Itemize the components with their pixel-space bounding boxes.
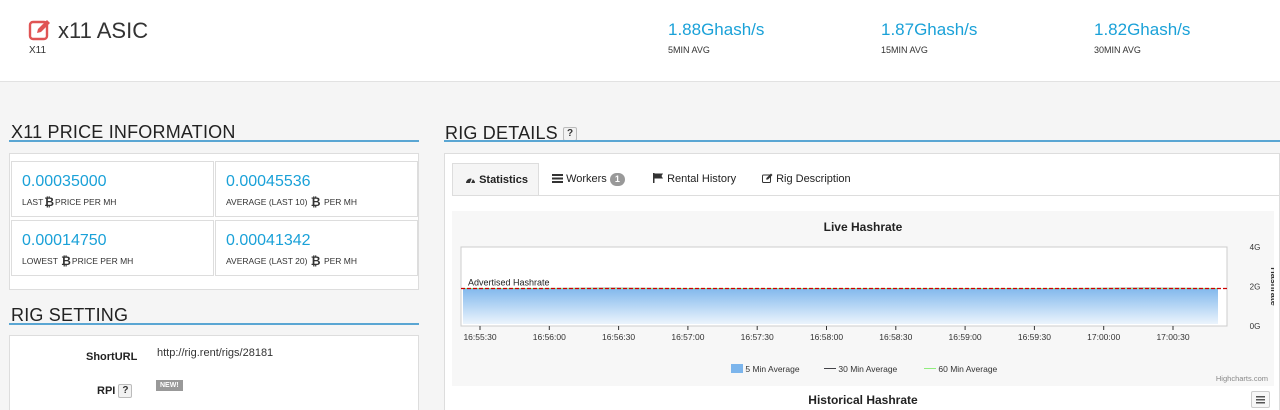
tab-rig-description[interactable]: Rig Description — [750, 163, 863, 195]
bitcoin-icon: ₿ — [310, 254, 321, 268]
flag-icon — [653, 173, 663, 183]
historical-chart-title: Historical Hashrate — [808, 393, 918, 407]
menu-icon — [1256, 396, 1265, 404]
rpi-row: RPI ? — [97, 384, 133, 398]
rig-algo: X11 — [29, 45, 47, 56]
edit-icon[interactable] — [28, 18, 52, 42]
tab-label: Workers — [566, 173, 607, 185]
rig-header: x11 ASIC X11 1.88Ghash/s 5MIN AVG 1.87Gh… — [0, 0, 1280, 82]
price-value: 0.00014750 — [22, 232, 107, 249]
hashrate-30min: 1.82Ghash/s 30MIN AVG — [1094, 20, 1190, 55]
legend-label: 30 Min Average — [838, 364, 898, 374]
y-tick-label: 0G — [1250, 322, 1261, 331]
tab-rental-history[interactable]: Rental History — [641, 163, 748, 195]
tab-label: Rental History — [667, 173, 737, 185]
x-tick-label: 16:59:30 — [1018, 332, 1051, 342]
price-box-last: 0.00035000 LAST₿PRICE PER MH — [11, 161, 214, 217]
x-tick-label: 16:56:00 — [533, 332, 566, 342]
price-value: 0.00035000 — [22, 173, 107, 190]
legend-swatch — [924, 367, 936, 369]
legend-label: 5 Min Average — [745, 364, 800, 374]
y-axis-title: Hashrate — [1269, 267, 1274, 306]
legend-swatch — [731, 364, 743, 373]
price-value: 0.00041342 — [226, 232, 311, 249]
legend-label: 60 Min Average — [938, 364, 998, 374]
x-tick-label: 17:00:00 — [1087, 332, 1120, 342]
hashrate-value: 1.82Ghash/s — [1094, 20, 1191, 39]
section-divider — [444, 140, 1280, 142]
x-tick-label: 16:58:00 — [810, 332, 843, 342]
tab-label: Statistics — [479, 174, 528, 186]
shorturl-label: ShortURL — [86, 351, 138, 363]
x-tick-label: 16:55:30 — [463, 332, 496, 342]
legend-swatch — [824, 367, 836, 369]
hashrate-value: 1.87Ghash/s — [881, 20, 978, 39]
chart-svg: Advertised Hashrate 16:55:30 16:56:00 16:56… — [460, 243, 1274, 342]
legend-item-60min[interactable]: 60 Min Average — [924, 364, 997, 374]
dashboard-icon — [466, 178, 475, 184]
x-tick-label: 16:57:00 — [671, 332, 704, 342]
tab-divider — [452, 195, 1280, 196]
price-label: AVERAGE (LAST 10) ₿ PER MH — [226, 195, 358, 209]
y-tick-label: 2G — [1250, 283, 1261, 292]
advertised-hashrate-label: Advertised Hashrate — [468, 277, 550, 287]
section-divider — [9, 323, 419, 325]
legend-item-30min[interactable]: 30 Min Average — [824, 364, 897, 374]
tab-workers[interactable]: Workers 1 — [540, 163, 637, 195]
hashrate-label: 5MIN AVG — [668, 45, 710, 55]
price-box-avg10: 0.00045536 AVERAGE (LAST 10) ₿ PER MH — [215, 161, 418, 217]
workers-count-badge: 1 — [609, 173, 625, 186]
chart-menu-button[interactable] — [1251, 391, 1270, 408]
bitcoin-icon: ₿ — [310, 195, 321, 209]
price-value: 0.00045536 — [226, 173, 311, 190]
rpi-help-button[interactable]: ? — [118, 384, 133, 398]
price-label: LOWEST ₿PRICE PER MH — [22, 254, 134, 268]
y-tick-label: 4G — [1250, 243, 1261, 252]
list-icon — [552, 174, 563, 183]
rig-title: x11 ASIC — [58, 18, 149, 43]
x-tick-label: 17:00:30 — [1156, 332, 1189, 342]
section-divider — [9, 140, 419, 142]
tab-statistics[interactable]: Statistics — [452, 163, 539, 195]
price-box-avg20: 0.00041342 AVERAGE (LAST 20) ₿ PER MH — [215, 220, 418, 276]
rpi-label: RPI — [97, 384, 116, 397]
hashrate-5min: 1.88Ghash/s 5MIN AVG — [668, 20, 764, 55]
series-area-5min — [463, 288, 1218, 324]
hashrate-label: 30MIN AVG — [1094, 45, 1141, 55]
price-box-lowest: 0.00014750 LOWEST ₿PRICE PER MH — [11, 220, 214, 276]
legend-item-5min[interactable]: 5 Min Average — [731, 364, 800, 374]
tab-label: Rig Description — [776, 173, 851, 185]
price-label: LAST₿PRICE PER MH — [22, 195, 117, 209]
edit-icon — [762, 173, 773, 183]
hashrate-label: 15MIN AVG — [881, 45, 928, 55]
shorturl-link[interactable]: http://rig.rent/rigs/28181 — [157, 347, 273, 359]
price-label: AVERAGE (LAST 20) ₿ PER MH — [226, 254, 358, 268]
x-tick-label: 16:58:30 — [879, 332, 912, 342]
highcharts-credit[interactable]: Highcharts.com — [1216, 374, 1268, 383]
x-tick-label: 16:56:30 — [602, 332, 635, 342]
bitcoin-icon: ₿ — [44, 195, 55, 209]
hashrate-15min: 1.87Ghash/s 15MIN AVG — [881, 20, 977, 55]
new-badge: NEW! — [156, 380, 183, 391]
x-tick-label: 16:59:00 — [949, 332, 982, 342]
x-tick-label: 16:57:30 — [741, 332, 774, 342]
bitcoin-icon: ₿ — [61, 254, 71, 268]
hashrate-value: 1.88Ghash/s — [668, 20, 765, 39]
